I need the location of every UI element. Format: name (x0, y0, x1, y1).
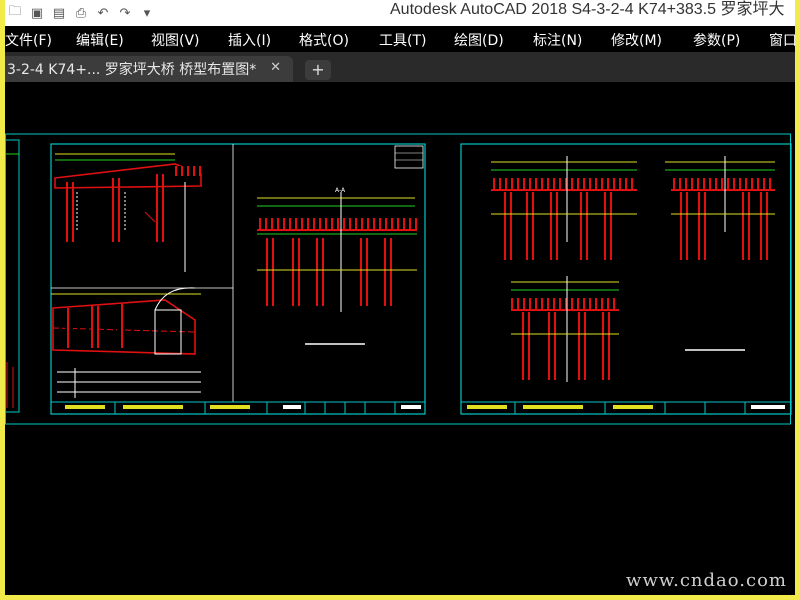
saveas-icon[interactable]: ▤ (51, 5, 67, 21)
menu-view[interactable]: 视图(V) (151, 30, 200, 50)
menu-edit[interactable]: 编辑(E) (76, 30, 124, 50)
menu-draw[interactable]: 绘图(D) (454, 30, 504, 50)
redo-icon[interactable]: ↷ (117, 5, 133, 21)
close-icon[interactable]: ✕ (270, 60, 281, 75)
menu-window[interactable]: 窗口 (769, 30, 795, 50)
document-tab-label: 3-2-4 K74+... 罗家坪大桥 桥型布置图* (7, 62, 257, 78)
drawing-canvas[interactable]: A-A www.cndao.com (5, 82, 795, 595)
print-icon[interactable]: ⎙ (73, 5, 89, 21)
new-tab-button[interactable]: + (305, 60, 331, 80)
document-tab-bar: 3-2-4 K74+... 罗家坪大桥 桥型布置图* ✕ + (5, 52, 795, 82)
app-window: 🗀 ▣ ▤ ⎙ ↶ ↷ ▾ Autodesk AutoCAD 2018 S4-3… (5, 0, 795, 595)
quick-access-toolbar: 🗀 ▣ ▤ ⎙ ↶ ↷ ▾ (5, 0, 155, 26)
drawing-svg: A-A (5, 133, 792, 425)
save-icon[interactable]: ▣ (29, 5, 45, 21)
menu-file[interactable]: 文件(F) (5, 30, 52, 50)
window-title: Autodesk AutoCAD 2018 S4-3-2-4 K74+383.5… (390, 1, 785, 18)
menu-bar: 文件(F) 编辑(E) 视图(V) 插入(I) 格式(O) 工具(T) 绘图(D… (5, 26, 795, 52)
sheet-2 (460, 143, 792, 415)
sheet-partial-left (5, 139, 20, 413)
open-icon[interactable]: 🗀 (7, 4, 23, 21)
undo-icon[interactable]: ↶ (95, 5, 111, 21)
title-bar: 🗀 ▣ ▤ ⎙ ↶ ↷ ▾ Autodesk AutoCAD 2018 S4-3… (5, 0, 795, 26)
viewport-border (5, 133, 791, 425)
menu-tools[interactable]: 工具(T) (379, 30, 426, 50)
document-tab[interactable]: 3-2-4 K74+... 罗家坪大桥 桥型布置图* ✕ (5, 56, 293, 82)
menu-dimension[interactable]: 标注(N) (533, 30, 582, 50)
menu-modify[interactable]: 修改(M) (611, 30, 662, 50)
dropdown-icon[interactable]: ▾ (139, 5, 155, 21)
watermark-text: www.cndao.com (626, 570, 787, 591)
sheet-1: A-A (50, 143, 426, 415)
menu-parameter[interactable]: 参数(P) (693, 30, 740, 50)
menu-format[interactable]: 格式(O) (299, 30, 349, 50)
menu-insert[interactable]: 插入(I) (228, 30, 271, 50)
